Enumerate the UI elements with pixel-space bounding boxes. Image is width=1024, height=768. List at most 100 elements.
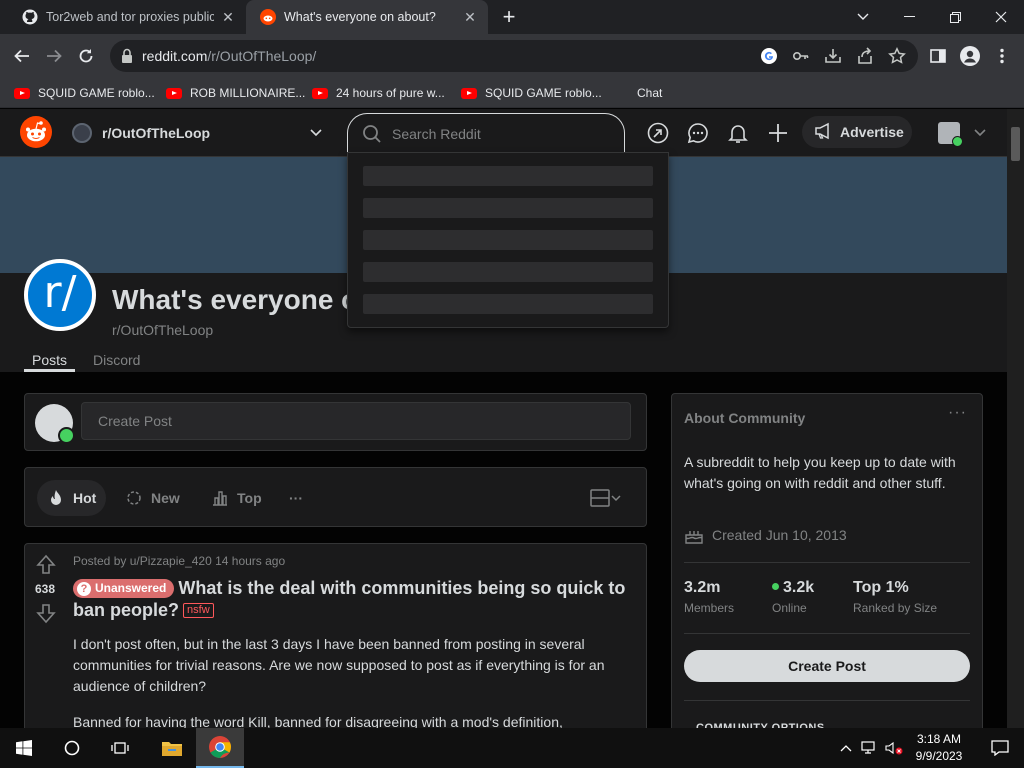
- address-bar[interactable]: reddit.com/r/OutOfTheLoop/: [110, 40, 918, 72]
- bookmark-item[interactable]: Chat: [637, 78, 662, 108]
- more-options-icon[interactable]: ···: [948, 404, 967, 422]
- tab-posts[interactable]: Posts: [24, 352, 75, 372]
- subreddit-icon: r/: [24, 259, 96, 331]
- divider: [684, 562, 970, 563]
- online-value-text: 3.2k: [783, 579, 815, 596]
- tab-search-chevron-icon[interactable]: [840, 0, 886, 34]
- divider: [684, 700, 970, 701]
- windows-start-icon[interactable]: [0, 728, 48, 768]
- close-tab-icon[interactable]: ✕: [462, 9, 478, 25]
- chevron-down-icon: [974, 124, 986, 142]
- bookmark-item[interactable]: ROB MILLIONAIRE...: [166, 78, 305, 108]
- bookmark-label: 24 hours of pure w...: [336, 86, 445, 100]
- rank-value: Top 1%: [853, 579, 909, 596]
- bookmark-item[interactable]: 24 hours of pure w...: [312, 78, 445, 108]
- user-menu[interactable]: [932, 117, 992, 149]
- divider: [684, 633, 970, 634]
- tab-title: Tor2web and tor proxies public li: [46, 10, 214, 24]
- install-icon[interactable]: [824, 47, 842, 65]
- sort-more-button[interactable]: ···: [279, 480, 313, 516]
- youtube-icon: [461, 87, 477, 99]
- reload-button[interactable]: [72, 42, 100, 70]
- advertise-button[interactable]: Advertise: [802, 116, 912, 148]
- search-circle-icon[interactable]: [48, 728, 96, 768]
- back-button[interactable]: [8, 42, 36, 70]
- create-plus-icon[interactable]: [766, 121, 790, 145]
- subreddit-title: What's everyone o: [112, 284, 359, 315]
- created-date: Created Jun 10, 2013: [684, 526, 847, 544]
- reddit-logo-icon[interactable]: [20, 116, 52, 148]
- forward-button[interactable]: [40, 42, 68, 70]
- online-dot: [772, 583, 779, 590]
- downvote-arrow-icon[interactable]: [35, 602, 57, 624]
- scrollbar-thumb[interactable]: [1011, 127, 1020, 161]
- loading-skeleton-row: [363, 230, 653, 250]
- page-scrollbar[interactable]: [1007, 109, 1024, 728]
- sort-top-button[interactable]: Top: [201, 480, 272, 516]
- rank-label: Ranked by Size: [853, 601, 938, 615]
- create-post-button[interactable]: Create Post: [684, 650, 970, 682]
- share-icon[interactable]: [856, 47, 874, 65]
- popular-icon[interactable]: [646, 121, 670, 145]
- network-icon[interactable]: [858, 728, 882, 768]
- volume-muted-icon[interactable]: [882, 728, 906, 768]
- notification-center-icon[interactable]: [976, 728, 1024, 768]
- search-input[interactable]: [392, 124, 612, 144]
- question-icon: ?: [77, 582, 91, 596]
- sort-new-label: New: [151, 490, 180, 506]
- chat-icon[interactable]: [686, 121, 710, 145]
- upvote-arrow-icon[interactable]: [35, 554, 57, 576]
- sort-new-button[interactable]: New: [115, 480, 190, 516]
- flair-badge[interactable]: ? Unanswered: [73, 579, 175, 598]
- bookmark-item[interactable]: SQUID GAME roblo...: [461, 78, 602, 108]
- bookmark-label: SQUID GAME roblo...: [485, 86, 602, 100]
- bookmarks-bar: SQUID GAME roblo... ROB MILLIONAIRE... 2…: [0, 78, 1024, 108]
- search-icon: [362, 124, 382, 144]
- post-title[interactable]: ? Unanswered What is the deal with communi…: [73, 577, 633, 621]
- flair-label: Unanswered: [95, 581, 167, 595]
- close-window-button[interactable]: [978, 0, 1024, 34]
- google-icon[interactable]: [760, 47, 778, 65]
- stat-rank: Top 1% Ranked by Size: [853, 579, 937, 615]
- created-date-text: Created Jun 10, 2013: [712, 527, 847, 543]
- youtube-icon: [312, 87, 328, 99]
- tab-discord[interactable]: Discord: [93, 352, 140, 372]
- minimize-button[interactable]: [886, 0, 932, 34]
- avatar[interactable]: [35, 404, 75, 444]
- sort-hot-button[interactable]: Hot: [37, 480, 107, 516]
- subreddit-name: r/OutOfTheLoop: [112, 322, 214, 338]
- advertise-label: Advertise: [840, 124, 904, 140]
- sort-top-label: Top: [237, 490, 262, 506]
- browser-tab-strip: Tor2web and tor proxies public li ✕ What…: [0, 0, 1024, 34]
- key-icon[interactable]: [792, 47, 810, 65]
- file-explorer-icon[interactable]: [148, 728, 196, 768]
- post-card[interactable]: 638 Posted by u/Pizzapie_420 14 hours ag…: [24, 543, 647, 743]
- profile-avatar-icon[interactable]: [956, 42, 984, 70]
- create-post-input[interactable]: Create Post: [81, 402, 631, 440]
- url-host: reddit.com: [142, 48, 208, 64]
- community-selector[interactable]: r/OutOfTheLoop: [66, 116, 330, 150]
- show-hidden-icons-chevron-icon[interactable]: [834, 728, 858, 768]
- post-meta: Posted by u/Pizzapie_420 14 hours ago: [73, 554, 286, 568]
- restore-button[interactable]: [932, 0, 978, 34]
- search-box[interactable]: [347, 113, 625, 153]
- bookmark-star-icon[interactable]: [888, 47, 906, 65]
- lock-icon[interactable]: [120, 47, 138, 65]
- browser-tab-tor2web[interactable]: Tor2web and tor proxies public li ✕: [8, 0, 246, 34]
- chrome-taskbar-icon[interactable]: [196, 728, 244, 768]
- online-label: Online: [772, 601, 807, 615]
- browser-tab-reddit[interactable]: What's everyone on about? ✕: [246, 0, 488, 34]
- search-dropdown: [347, 152, 669, 328]
- new-tab-button[interactable]: +: [498, 6, 520, 29]
- close-tab-icon[interactable]: ✕: [220, 9, 236, 25]
- layout-switch-icon[interactable]: [583, 486, 633, 510]
- notifications-bell-icon[interactable]: [726, 121, 750, 145]
- task-view-icon[interactable]: [96, 728, 144, 768]
- side-panel-icon[interactable]: [924, 42, 952, 70]
- community-description: A subreddit to help you keep up to date …: [684, 454, 956, 491]
- chrome-menu-icon[interactable]: [988, 42, 1016, 70]
- bookmark-item[interactable]: SQUID GAME roblo...: [14, 78, 155, 108]
- system-clock[interactable]: 3:18 AM 9/9/2023: [906, 731, 972, 765]
- loading-skeleton-row: [363, 166, 653, 186]
- members-value: 3.2m: [684, 579, 721, 596]
